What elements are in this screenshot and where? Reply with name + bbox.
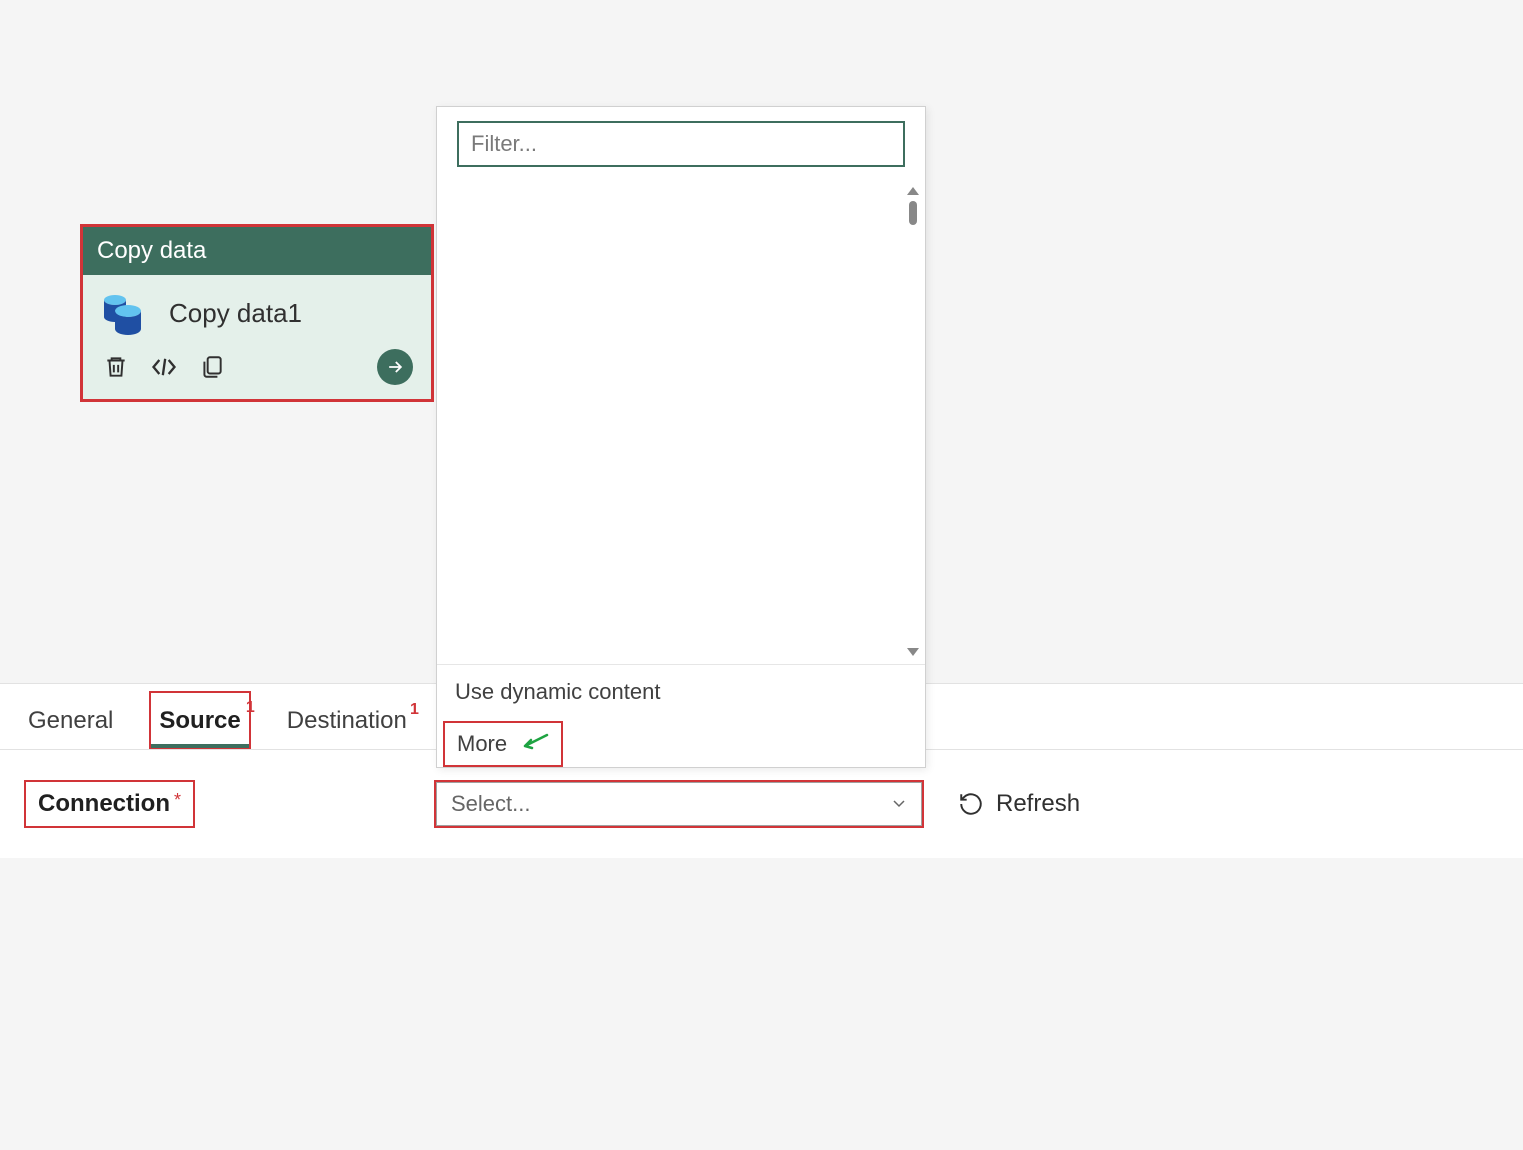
scroll-thumb[interactable]: [909, 201, 917, 225]
connection-select[interactable]: Select...: [436, 782, 922, 826]
more-option[interactable]: More: [443, 721, 563, 767]
scroll-up-icon[interactable]: [907, 187, 919, 195]
dropdown-list[interactable]: [437, 179, 925, 664]
connection-dropdown[interactable]: Use dynamic content More: [436, 106, 926, 768]
use-dynamic-content-option[interactable]: Use dynamic content: [437, 664, 925, 719]
activity-name[interactable]: Copy data1: [169, 298, 302, 329]
filter-input[interactable]: [457, 121, 905, 167]
connection-label: Connection: [38, 790, 170, 817]
database-icon: [101, 291, 145, 335]
run-icon[interactable]: [377, 349, 413, 385]
connection-select-wrap: Select...: [434, 780, 924, 828]
tab-destination-label: Destination: [287, 707, 407, 734]
connection-label-wrap: Connection*: [24, 780, 195, 828]
refresh-label: Refresh: [996, 790, 1080, 818]
arrow-annotation-icon: [519, 731, 549, 757]
scrollbar[interactable]: [907, 179, 919, 664]
tab-source-badge: 1: [246, 699, 255, 717]
chevron-down-icon: [891, 791, 907, 817]
activity-body: Copy data1: [83, 275, 431, 345]
more-option-wrapper: More: [443, 721, 563, 767]
refresh-icon: [958, 791, 984, 817]
more-label: More: [457, 731, 507, 756]
copy-icon[interactable]: [197, 352, 227, 382]
scroll-down-icon[interactable]: [907, 648, 919, 656]
select-placeholder: Select...: [451, 791, 530, 817]
tab-general[interactable]: General: [24, 691, 117, 749]
tab-destination[interactable]: Destination 1: [283, 691, 411, 749]
refresh-button[interactable]: Refresh: [958, 790, 1080, 818]
copy-data-activity[interactable]: Copy data Copy data1: [80, 224, 434, 402]
tab-source[interactable]: Source 1: [149, 691, 250, 749]
activity-toolbar: [83, 345, 431, 399]
required-indicator: *: [174, 790, 181, 810]
code-icon[interactable]: [149, 352, 179, 382]
delete-icon[interactable]: [101, 352, 131, 382]
tab-destination-badge: 1: [410, 701, 419, 719]
tab-source-label: Source: [159, 707, 240, 734]
activity-header: Copy data: [83, 227, 431, 275]
